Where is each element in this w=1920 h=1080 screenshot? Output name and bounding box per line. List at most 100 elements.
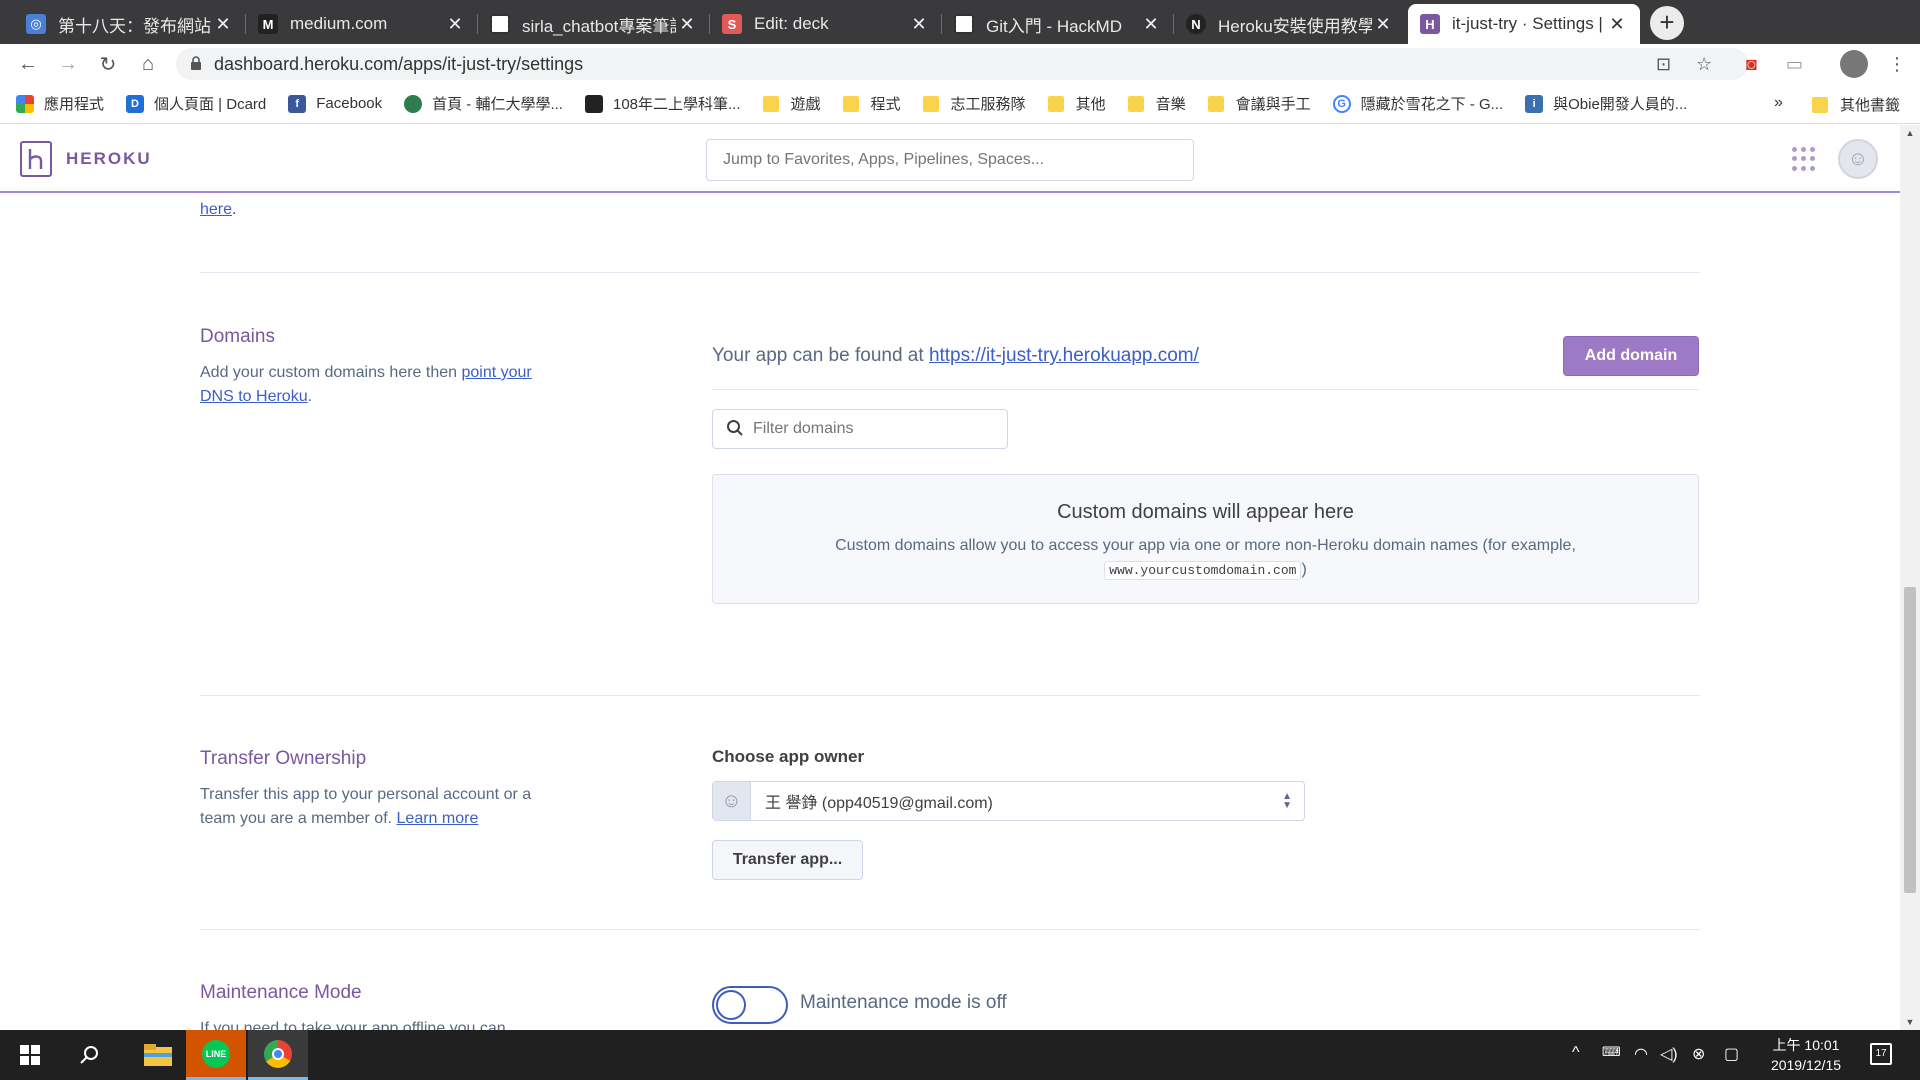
system-clock[interactable]: 上午 10:01 2019/12/15 bbox=[1756, 1035, 1856, 1075]
home-icon[interactable]: ⌂ bbox=[134, 50, 162, 78]
bookmark-folder-other[interactable]: 其他 bbox=[1047, 93, 1106, 114]
cut-off-paragraph: here. bbox=[200, 201, 237, 218]
close-icon[interactable]: ✕ bbox=[1140, 14, 1162, 35]
close-icon[interactable]: ✕ bbox=[676, 14, 698, 35]
jump-search-input[interactable] bbox=[706, 139, 1194, 181]
maintenance-status: Maintenance mode is off bbox=[800, 992, 1007, 1013]
close-icon[interactable]: ✕ bbox=[444, 14, 466, 35]
learn-more-link[interactable]: Learn more bbox=[397, 810, 479, 827]
other-bookmarks[interactable]: 其他書籤 bbox=[1812, 94, 1900, 115]
profile-avatar[interactable] bbox=[1840, 50, 1868, 78]
wifi-icon[interactable]: ◠ bbox=[1634, 1044, 1648, 1064]
facebook-icon: f bbox=[288, 94, 307, 113]
new-tab-button[interactable]: + bbox=[1650, 6, 1684, 40]
bookmark-label: 隱藏於雪花之下 - G... bbox=[1360, 96, 1504, 113]
scroll-up-icon[interactable]: ▲ bbox=[1900, 125, 1920, 141]
browser-tab-5[interactable]: Git入門 - HackMD ✕ bbox=[942, 4, 1174, 44]
domains-title: Domains bbox=[200, 326, 275, 347]
close-icon[interactable]: ✕ bbox=[1372, 14, 1394, 35]
transfer-description: Transfer this app to your personal accou… bbox=[200, 786, 532, 827]
folder-icon bbox=[762, 95, 779, 112]
browser-tab-6[interactable]: N Heroku安裝使用教學 ✕ bbox=[1174, 4, 1406, 44]
search-icon[interactable] bbox=[60, 1030, 120, 1080]
bookmark-label: 108年二上學科筆... bbox=[612, 96, 741, 113]
bookmark-apps[interactable]: 應用程式 bbox=[16, 93, 104, 114]
bookmark-label: 遊戲 bbox=[790, 96, 821, 113]
filter-domains-input[interactable] bbox=[712, 409, 1008, 449]
bookmarks-bar: 應用程式 D 個人頁面 | Dcard f Facebook 首頁 - 輔仁大學… bbox=[0, 84, 1920, 124]
domains-description: Add your custom domains here then point … bbox=[200, 364, 532, 405]
line-app-icon[interactable]: LINE bbox=[186, 1030, 246, 1080]
slides-icon: S bbox=[722, 14, 742, 34]
reload-icon[interactable]: ↻ bbox=[94, 50, 122, 78]
site-icon: ◎ bbox=[26, 14, 46, 34]
search-icon bbox=[727, 420, 743, 436]
chrome-icon[interactable] bbox=[248, 1030, 308, 1080]
bookmark-label: 個人頁面 | Dcard bbox=[154, 96, 267, 113]
folder-icon bbox=[1812, 96, 1828, 113]
lock-icon bbox=[190, 54, 202, 75]
bookmark-obie[interactable]: i 與Obie開發人員的... bbox=[1525, 93, 1687, 114]
extension-icon[interactable]: ▭ bbox=[1786, 54, 1803, 75]
close-icon[interactable]: ✕ bbox=[1606, 14, 1628, 35]
add-domain-button[interactable]: Add domain bbox=[1563, 336, 1699, 376]
transfer-app-button[interactable]: Transfer app... bbox=[712, 840, 863, 880]
star-icon[interactable]: ☆ bbox=[1696, 54, 1712, 75]
doc-icon bbox=[584, 94, 603, 113]
bookmark-folder-music[interactable]: 音樂 bbox=[1127, 93, 1186, 114]
bookmark-facebook[interactable]: f Facebook bbox=[288, 94, 383, 113]
app-url-link[interactable]: https://it-just-try.herokuapp.com/ bbox=[929, 345, 1199, 366]
here-link[interactable]: here bbox=[200, 201, 232, 218]
windows-taskbar: LINE ^ ⌨ ◠ ◁) ⊗ ▢ 上午 10:01 2019/12/15 17 bbox=[0, 1030, 1920, 1080]
app-owner-select[interactable]: ☺ 王 譽錚 (opp40519@gmail.com) ▲ ▼ bbox=[712, 781, 1305, 821]
address-bar[interactable]: dashboard.heroku.com/apps/it-just-try/se… bbox=[176, 48, 1748, 80]
scrollbar-thumb[interactable] bbox=[1904, 587, 1916, 893]
bookmark-folder-games[interactable]: 遊戲 bbox=[762, 93, 821, 114]
ime-icon[interactable]: ▢ bbox=[1724, 1044, 1739, 1064]
tab-title: Git入門 - HackMD bbox=[986, 16, 1122, 36]
bookmark-school[interactable]: 首頁 - 輔仁大學學... bbox=[404, 93, 563, 114]
bookmark-label: 應用程式 bbox=[44, 96, 105, 113]
windows-start-icon[interactable] bbox=[0, 1030, 60, 1080]
bookmark-folder-volunteer[interactable]: 志工服務隊 bbox=[922, 93, 1026, 114]
browser-tab-3[interactable]: sirla_chatbot專案筆記 ✕ bbox=[478, 4, 710, 44]
bookmark-dcard[interactable]: D 個人頁面 | Dcard bbox=[126, 93, 266, 114]
bookmarks-more-button[interactable]: » bbox=[1774, 94, 1783, 112]
forward-icon[interactable]: → bbox=[54, 50, 82, 78]
address-text: dashboard.heroku.com/apps/it-just-try/se… bbox=[214, 53, 584, 74]
browser-tab-1[interactable]: ◎ 第十八天：發布網站到 ✕ bbox=[14, 4, 246, 44]
scroll-down-icon[interactable]: ▼ bbox=[1900, 1014, 1920, 1030]
folder-icon bbox=[1207, 95, 1224, 112]
bookmark-folder-meetings[interactable]: 會議與手工 bbox=[1207, 93, 1311, 114]
maintenance-toggle[interactable] bbox=[712, 986, 788, 1024]
back-icon[interactable]: ← bbox=[14, 50, 42, 78]
bookmark-label: Facebook bbox=[316, 95, 383, 112]
page-scrollbar[interactable]: ▲ ▼ bbox=[1900, 125, 1920, 1030]
medium-icon: M bbox=[258, 14, 278, 34]
bookmark-google[interactable]: G 隱藏於雪花之下 - G... bbox=[1332, 93, 1504, 114]
avatar[interactable]: ☺ bbox=[1838, 139, 1878, 179]
error-icon[interactable]: ⊗ bbox=[1692, 1044, 1705, 1064]
menu-kebab-icon[interactable]: ⋮ bbox=[1888, 54, 1906, 75]
bookmark-notes[interactable]: 108年二上學科筆... bbox=[584, 93, 741, 114]
volume-icon[interactable]: ◁) bbox=[1660, 1044, 1678, 1064]
input-method-icon[interactable]: ⌨ bbox=[1602, 1044, 1621, 1060]
close-icon[interactable]: ✕ bbox=[908, 14, 930, 35]
apps-grid-icon[interactable] bbox=[1792, 147, 1816, 171]
notification-center-icon[interactable]: 17 bbox=[1870, 1043, 1892, 1065]
bookmark-label: 音樂 bbox=[1155, 96, 1186, 113]
close-icon[interactable]: ✕ bbox=[212, 14, 234, 35]
browser-tab-4[interactable]: S Edit: deck ✕ bbox=[710, 4, 942, 44]
pocket-icon[interactable]: ◙ bbox=[1746, 54, 1757, 75]
file-explorer-icon[interactable] bbox=[128, 1030, 188, 1080]
heroku-icon bbox=[20, 141, 52, 177]
section-divider bbox=[200, 272, 1700, 273]
owner-value: 王 譽錚 (opp40519@gmail.com) bbox=[765, 795, 993, 812]
browser-tab-active[interactable]: H it-just-try · Settings | H ✕ bbox=[1408, 4, 1640, 44]
browser-tab-2[interactable]: M medium.com ✕ bbox=[246, 4, 478, 44]
translate-icon[interactable]: ⊡ bbox=[1656, 54, 1671, 75]
section-divider bbox=[200, 929, 1700, 930]
chevron-up-icon[interactable]: ^ bbox=[1572, 1044, 1580, 1062]
bookmark-folder-code[interactable]: 程式 bbox=[842, 93, 901, 114]
heroku-logo[interactable]: HEROKU bbox=[20, 141, 152, 177]
